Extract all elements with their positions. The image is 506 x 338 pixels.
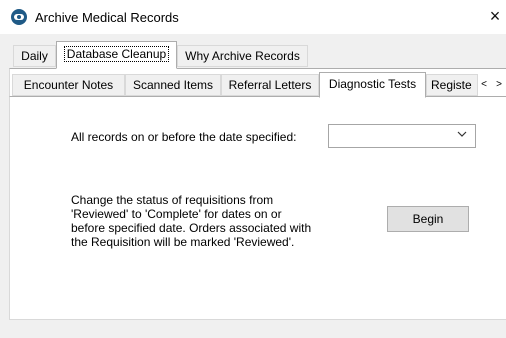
date-criteria-label: All records on or before the date specif… (71, 130, 297, 144)
tab-why-archive-records[interactable]: Why Archive Records (177, 45, 308, 67)
tab-database-cleanup[interactable]: Database Cleanup (56, 41, 177, 69)
status-bar (0, 320, 506, 338)
date-dropdown[interactable] (328, 124, 476, 148)
begin-button[interactable]: Begin (387, 206, 469, 232)
tab-diagnostic-tests-label: Diagnostic Tests (328, 77, 417, 91)
tab-daily-label: Daily (21, 49, 48, 63)
app-logo-icon (11, 9, 27, 25)
tab-daily[interactable]: Daily (13, 45, 56, 67)
title-bar: Archive Medical Records × (0, 0, 506, 34)
tab-scanned-items-label: Scanned Items (132, 78, 214, 92)
tab-scanned-items[interactable]: Scanned Items (125, 74, 221, 96)
chevron-down-icon (457, 128, 467, 140)
tab-registers-label: Registe (431, 78, 472, 92)
tab-encounter-notes-label: Encounter Notes (23, 78, 114, 92)
tab-referral-letters-label: Referral Letters (228, 78, 312, 92)
tab-registers[interactable]: Registe (426, 74, 478, 96)
tab-scroll-right-button[interactable]: > (492, 77, 506, 93)
requisition-status-description: Change the status of requisitions from '… (71, 193, 312, 249)
tab-diagnostic-tests[interactable]: Diagnostic Tests (319, 72, 426, 98)
tab-referral-letters[interactable]: Referral Letters (221, 74, 319, 96)
tab-scroll-left-button[interactable]: < (477, 77, 491, 93)
close-button[interactable]: × (484, 5, 506, 27)
tab-why-archive-records-label: Why Archive Records (185, 49, 300, 63)
window-title: Archive Medical Records (35, 10, 179, 25)
tab-encounter-notes[interactable]: Encounter Notes (12, 74, 125, 96)
tab-database-cleanup-label: Database Cleanup (63, 46, 170, 62)
